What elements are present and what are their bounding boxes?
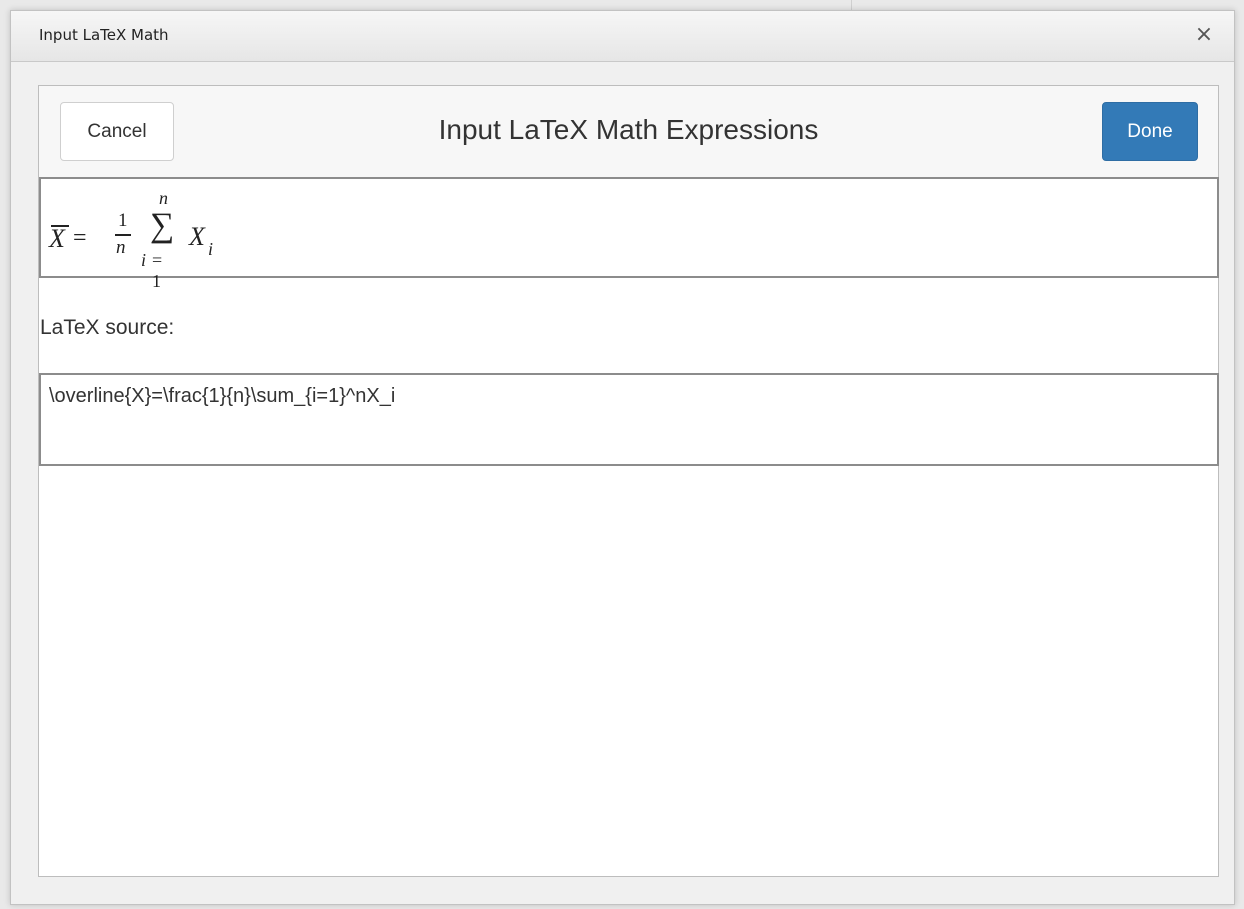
close-icon[interactable]: ×: [1192, 21, 1216, 49]
sum-symbol: ∑: [150, 207, 175, 244]
latex-dialog: Input LaTeX Math × Input LaTeX Math Expr…: [10, 10, 1235, 905]
done-button[interactable]: Done: [1102, 102, 1198, 161]
editor-panel: Input LaTeX Math Expressions Cancel Done…: [38, 85, 1219, 877]
cancel-button[interactable]: Cancel: [60, 102, 174, 161]
dialog-title: Input LaTeX Math: [39, 26, 169, 44]
sum-lower-var: i: [141, 250, 147, 270]
formula-term-x: X: [189, 222, 205, 251]
fraction-denominator: n: [116, 237, 126, 258]
editor-toolbar: Input LaTeX Math Expressions Cancel Done: [39, 86, 1218, 180]
editor-title: Input LaTeX Math Expressions: [438, 114, 819, 145]
source-label: LaTeX source:: [40, 316, 175, 339]
fraction-line: [115, 234, 131, 236]
sum-upper-limit: n: [159, 188, 168, 208]
fraction-numerator: 1: [118, 210, 128, 231]
sum-lower-value: = 1: [152, 250, 163, 291]
formula-equals: =: [73, 225, 87, 251]
math-preview: X = 1 n n ∑ i = 1 X i: [39, 177, 1219, 291]
latex-source-input[interactable]: \overline{X}=\frac{1}{n}\sum_{i=1}^nX_i: [39, 373, 1219, 466]
dialog-titlebar: Input LaTeX Math ×: [11, 11, 1234, 62]
formula-x-bar: X: [49, 224, 65, 253]
term-subscript: i: [208, 239, 214, 259]
